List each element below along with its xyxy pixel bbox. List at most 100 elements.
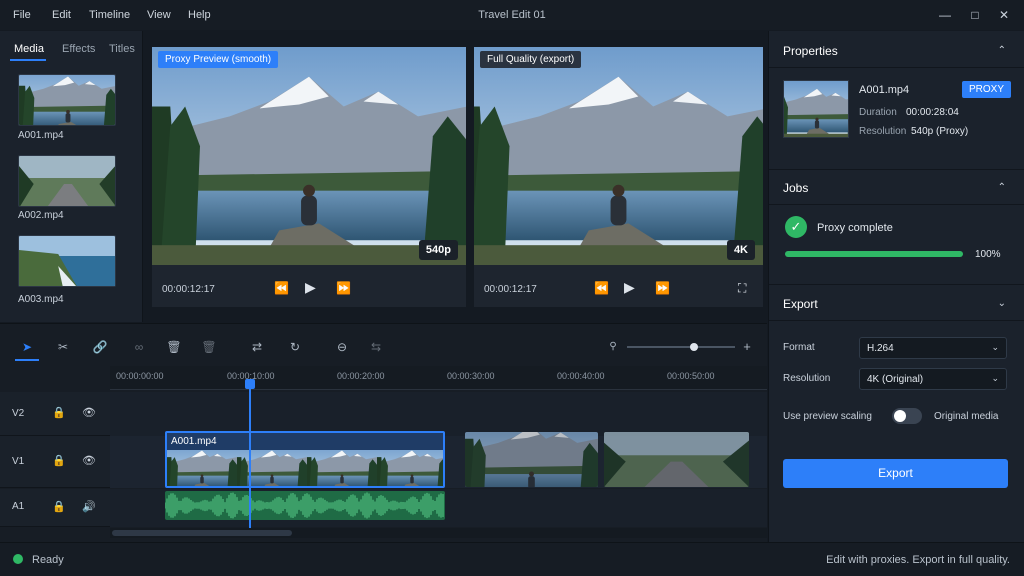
format-select[interactable]: H.264 ⌄: [859, 337, 1007, 359]
play-icon[interactable]: ▶: [624, 279, 635, 296]
divider: [769, 284, 1024, 285]
zoom-in-icon[interactable]: +: [738, 338, 756, 356]
tick-label: 00:00:40:00: [557, 371, 605, 381]
properties-header[interactable]: Properties: [783, 44, 838, 58]
track-lane-v2[interactable]: [110, 392, 767, 436]
rewind-icon[interactable]: ⏪: [274, 281, 289, 295]
chevron-down-icon: ⌄: [991, 373, 999, 383]
active-tool-indicator: [15, 359, 39, 361]
clip-name: A001.mp4: [859, 84, 910, 96]
timeline-clip-road[interactable]: [604, 432, 749, 487]
media-name-a001: A001.mp4: [18, 130, 64, 141]
tab-effects[interactable]: Effects: [62, 43, 95, 55]
chevron-up-icon[interactable]: ⌃: [998, 182, 1006, 193]
status-message: Edit with proxies. Export in full qualit…: [826, 554, 1010, 566]
media-thumb-a003[interactable]: [18, 235, 116, 287]
link-icon[interactable]: 🔗: [91, 338, 109, 356]
track-header-a1: A1 🔒 🔊: [0, 489, 110, 527]
status-bar: Ready Edit with proxies. Export in full …: [0, 542, 1024, 576]
razor-icon[interactable]: ✂: [54, 338, 72, 356]
close-icon[interactable]: ✕: [996, 7, 1012, 23]
status-dot: [13, 554, 23, 564]
full-resolution-label: 4K: [726, 240, 755, 260]
jobs-header[interactable]: Jobs: [783, 181, 808, 195]
resolution-value: 540p (Proxy): [911, 126, 969, 137]
format-label: Format: [783, 342, 815, 353]
chevron-down-icon[interactable]: ⌄: [998, 298, 1006, 309]
timeline-clip-mountain[interactable]: [465, 432, 598, 487]
media-thumb-a002[interactable]: [18, 155, 116, 207]
divider: [769, 204, 1024, 205]
rewind-icon[interactable]: ⏪: [594, 281, 609, 295]
fullscreen-icon[interactable]: ⛶: [738, 281, 746, 296]
duration-value: 00:00:28:04: [906, 107, 959, 118]
export-resolution-value: 4K (Original): [867, 374, 924, 385]
proxy-resolution-label: 540p: [418, 240, 458, 260]
trim-icon[interactable]: ⇄: [248, 338, 266, 356]
media-thumb-a001[interactable]: [18, 74, 116, 126]
eye-icon[interactable]: 👁: [82, 454, 96, 467]
timeline-scrollbar[interactable]: [110, 528, 767, 538]
media-name-a002: A002.mp4: [18, 210, 64, 221]
track-name: V1: [12, 456, 25, 467]
search-icon[interactable]: ⚲: [604, 338, 622, 356]
lock-icon[interactable]: 🔒: [52, 454, 66, 467]
swap-icon[interactable]: ⇆: [367, 338, 385, 356]
preview-scaling-toggle[interactable]: [892, 408, 922, 424]
divider: [769, 320, 1024, 321]
eye-icon[interactable]: 👁: [82, 406, 96, 419]
replace-icon[interactable]: ↻: [286, 338, 304, 356]
delete-icon[interactable]: 🗑: [165, 338, 183, 356]
lock-icon[interactable]: 🔒: [52, 406, 66, 419]
playhead-line[interactable]: [249, 381, 251, 529]
tab-titles[interactable]: Titles: [109, 43, 135, 55]
duration-label: Duration: [859, 107, 897, 118]
ripple-delete-icon[interactable]: 🗑: [200, 338, 218, 356]
export-resolution-select[interactable]: 4K (Original) ⌄: [859, 368, 1007, 390]
job-progress-track: [785, 251, 963, 257]
audio-clip-a001[interactable]: [165, 491, 445, 520]
chevron-up-icon[interactable]: ⌃: [998, 45, 1006, 56]
audio-waveform: [165, 492, 444, 519]
lock-icon[interactable]: 🔒: [52, 500, 66, 513]
tick-label: 00:00:20:00: [337, 371, 385, 381]
format-value: H.264: [867, 343, 894, 354]
track-name: A1: [12, 501, 25, 512]
unlink-icon[interactable]: ∞: [130, 338, 148, 356]
fast-forward-icon[interactable]: ⏩: [655, 281, 670, 295]
zoom-out-icon[interactable]: ⊖: [333, 338, 351, 356]
timeline-clip-a001[interactable]: A001.mp4: [165, 431, 445, 488]
resolution-label: Resolution: [859, 126, 907, 137]
divider: [769, 67, 1024, 68]
track-header-v1: V1 🔒 👁: [0, 436, 110, 488]
check-icon: ✓: [785, 216, 807, 238]
inspector-panel: Properties ⌃ A001.mp4 PROXY Duration 00:…: [768, 31, 1024, 542]
minimize-icon[interactable]: —: [937, 7, 953, 23]
tick-label: 00:00:00:00: [116, 371, 164, 381]
media-panel: Media Effects Titles A001.mp4 A002.mp4 A…: [0, 31, 143, 322]
export-header[interactable]: Export: [783, 297, 818, 311]
media-name-a003: A003.mp4: [18, 294, 64, 305]
scrollbar-thumb[interactable]: [112, 530, 292, 536]
fast-forward-icon[interactable]: ⏩: [336, 281, 351, 295]
select-tool-icon[interactable]: ➤: [18, 338, 36, 356]
full-quality-preview-image: [474, 47, 763, 265]
play-icon[interactable]: ▶: [305, 279, 316, 296]
chevron-down-icon: ⌄: [991, 342, 999, 352]
original-media-label: Original media: [934, 411, 999, 422]
speaker-icon[interactable]: 🔊: [82, 500, 96, 513]
export-resolution-label: Resolution: [783, 373, 831, 384]
playhead-handle[interactable]: [245, 379, 255, 389]
track-header-v2: V2 🔒 👁: [0, 392, 110, 436]
preview-scaling-label: Use preview scaling: [783, 411, 872, 422]
toggle-knob: [894, 410, 906, 422]
tick-label: 00:00:50:00: [667, 371, 715, 381]
tab-media[interactable]: Media: [14, 43, 44, 55]
maximize-icon[interactable]: □: [967, 7, 983, 23]
zoom-slider-knob[interactable]: [689, 343, 698, 351]
export-button[interactable]: Export: [783, 459, 1008, 488]
status-text: Ready: [32, 554, 64, 566]
app-title: Travel Edit 01: [478, 9, 546, 21]
full-timecode: 00:00:12:17: [484, 284, 537, 295]
zoom-slider-track[interactable]: [627, 343, 735, 351]
